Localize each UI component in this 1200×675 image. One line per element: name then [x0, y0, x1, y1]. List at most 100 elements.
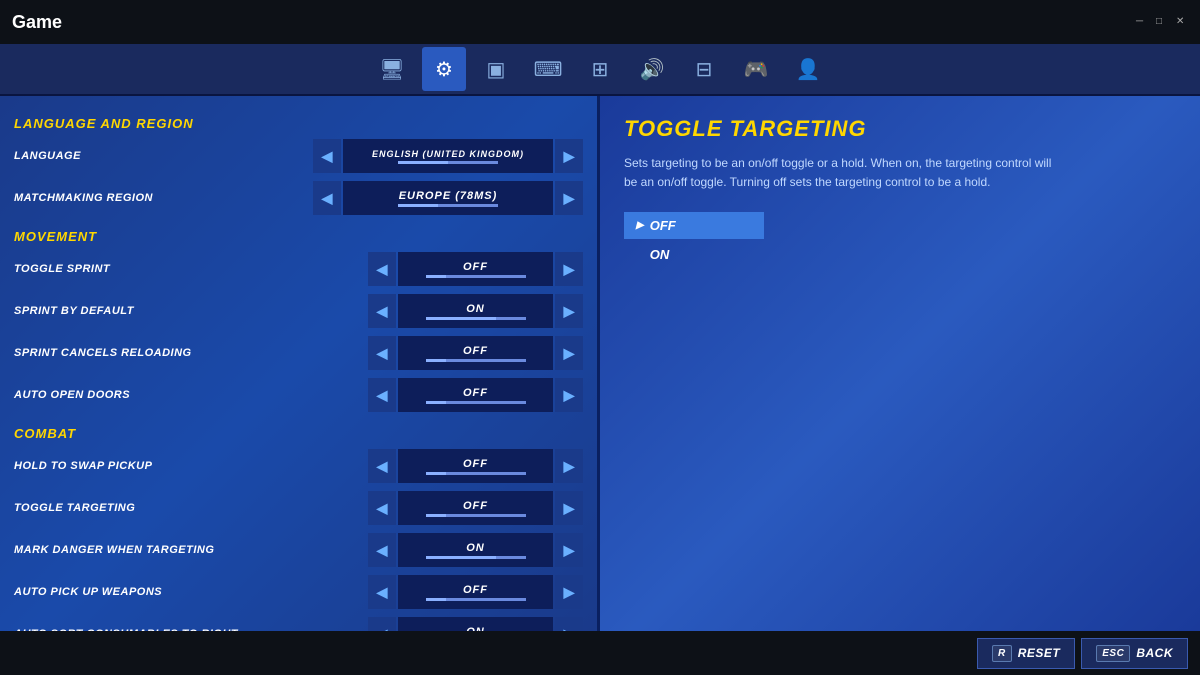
auto-sort-value: ON: [466, 626, 485, 632]
option-list: ▶ OFF ▶ ON: [624, 212, 1176, 268]
language-prev[interactable]: ◀: [313, 139, 341, 173]
hold-swap-control: ◀ OFF ▶: [368, 449, 583, 483]
mark-danger-control: ◀ ON ▶: [368, 533, 583, 567]
nav-bar: 🖥 ⚙ ▣ ⌨ ⊞ 🔊 ⊟ 🎮 👤: [0, 44, 1200, 96]
sprint-default-value-box: ON: [398, 294, 553, 328]
region-control: ◀ EUROPE (78MS) ▶: [313, 181, 583, 215]
nav-network[interactable]: ⊟: [682, 47, 726, 91]
auto-doors-value: OFF: [463, 387, 488, 399]
back-key: ESC: [1096, 645, 1130, 662]
option-off[interactable]: ▶ OFF: [624, 212, 764, 239]
sprint-default-control: ◀ ON ▶: [368, 294, 583, 328]
mark-danger-label: MARK DANGER WHEN TARGETING: [14, 544, 368, 556]
region-value: EUROPE (78MS): [399, 190, 498, 202]
sprint-reload-bar: [426, 359, 526, 362]
setting-auto-doors: AUTO OPEN DOORS ◀ OFF ▶: [0, 374, 597, 416]
sprint-reload-control: ◀ OFF ▶: [368, 336, 583, 370]
sprint-reload-prev[interactable]: ◀: [368, 336, 396, 370]
option-on[interactable]: ▶ ON: [624, 241, 764, 268]
mark-danger-value: ON: [466, 542, 485, 554]
minimize-icon[interactable]: ─: [1136, 16, 1148, 28]
nav-user[interactable]: 👤: [786, 47, 830, 91]
toggle-targeting-label: TOGGLE TARGETING: [14, 502, 368, 514]
sprint-default-value: ON: [466, 303, 485, 315]
nav-gamepad[interactable]: 🎮: [734, 47, 778, 91]
back-label: BACK: [1136, 646, 1173, 660]
sprint-reload-value-box: OFF: [398, 336, 553, 370]
toggle-targeting-next[interactable]: ▶: [555, 491, 583, 525]
left-panel: LANGUAGE AND REGION LANGUAGE ◀ ENGLISH (…: [0, 96, 600, 631]
language-value: ENGLISH (UNITED KINGDOM): [372, 149, 524, 159]
toggle-sprint-next[interactable]: ▶: [555, 252, 583, 286]
auto-doors-bar: [426, 401, 526, 404]
toggle-sprint-label: TOGGLE SPRINT: [14, 263, 368, 275]
setting-toggle-targeting: TOGGLE TARGETING ◀ OFF ▶: [0, 487, 597, 529]
region-value-box: EUROPE (78MS): [343, 181, 553, 215]
language-next[interactable]: ▶: [555, 139, 583, 173]
window-title: Game: [12, 12, 62, 33]
mark-danger-next[interactable]: ▶: [555, 533, 583, 567]
region-prev[interactable]: ◀: [313, 181, 341, 215]
sprint-default-label: SPRINT BY DEFAULT: [14, 305, 368, 317]
nav-controller-alt[interactable]: ⊞: [578, 47, 622, 91]
option-on-label: ON: [650, 247, 670, 262]
toggle-targeting-prev[interactable]: ◀: [368, 491, 396, 525]
language-bar: [398, 161, 498, 164]
auto-pickup-next[interactable]: ▶: [555, 575, 583, 609]
hold-swap-next[interactable]: ▶: [555, 449, 583, 483]
auto-sort-control: ◀ ON ▶: [368, 617, 583, 631]
setting-sprint-reload: SPRINT CANCELS RELOADING ◀ OFF ▶: [0, 332, 597, 374]
auto-doors-next[interactable]: ▶: [555, 378, 583, 412]
main-container: LANGUAGE AND REGION LANGUAGE ◀ ENGLISH (…: [0, 96, 1200, 631]
auto-sort-prev[interactable]: ◀: [368, 617, 396, 631]
hold-swap-prev[interactable]: ◀: [368, 449, 396, 483]
window-controls: ─ □ ✕: [1136, 16, 1188, 28]
hold-swap-bar: [426, 472, 526, 475]
language-value-box: ENGLISH (UNITED KINGDOM): [343, 139, 553, 173]
option-arrow-icon: ▶: [636, 220, 644, 231]
mark-danger-value-box: ON: [398, 533, 553, 567]
hold-swap-value-box: OFF: [398, 449, 553, 483]
title-bar: Game ─ □ ✕: [0, 0, 1200, 44]
language-control: ◀ ENGLISH (UNITED KINGDOM) ▶: [313, 139, 583, 173]
sprint-reload-value: OFF: [463, 345, 488, 357]
mark-danger-prev[interactable]: ◀: [368, 533, 396, 567]
sprint-reload-label: SPRINT CANCELS RELOADING: [14, 347, 368, 359]
region-label: MATCHMAKING REGION: [14, 192, 313, 204]
close-icon[interactable]: ✕: [1176, 16, 1188, 28]
setting-language: LANGUAGE ◀ ENGLISH (UNITED KINGDOM) ▶: [0, 135, 597, 177]
back-button[interactable]: ESC BACK: [1081, 638, 1188, 669]
nav-display[interactable]: ▣: [474, 47, 518, 91]
maximize-icon[interactable]: □: [1156, 16, 1168, 28]
reset-label: RESET: [1018, 646, 1061, 660]
auto-pickup-bar: [426, 598, 526, 601]
toggle-sprint-bar: [426, 275, 526, 278]
auto-sort-value-box: ON: [398, 617, 553, 631]
auto-doors-control: ◀ OFF ▶: [368, 378, 583, 412]
sprint-default-prev[interactable]: ◀: [368, 294, 396, 328]
auto-sort-next[interactable]: ▶: [555, 617, 583, 631]
option-off-label: OFF: [650, 218, 676, 233]
language-label: LANGUAGE: [14, 150, 313, 162]
setting-toggle-sprint: TOGGLE SPRINT ◀ OFF ▶: [0, 248, 597, 290]
nav-audio[interactable]: 🔊: [630, 47, 674, 91]
setting-auto-pickup: AUTO PICK UP WEAPONS ◀ OFF ▶: [0, 571, 597, 613]
section-language-header: LANGUAGE AND REGION: [0, 106, 597, 135]
setting-sprint-default: SPRINT BY DEFAULT ◀ ON ▶: [0, 290, 597, 332]
region-next[interactable]: ▶: [555, 181, 583, 215]
reset-button[interactable]: R RESET: [977, 638, 1075, 669]
nav-monitor[interactable]: 🖥: [370, 47, 414, 91]
auto-doors-value-box: OFF: [398, 378, 553, 412]
sprint-default-next[interactable]: ▶: [555, 294, 583, 328]
toggle-sprint-value-box: OFF: [398, 252, 553, 286]
nav-keyboard[interactable]: ⌨: [526, 47, 570, 91]
auto-pickup-label: AUTO PICK UP WEAPONS: [14, 586, 368, 598]
sprint-reload-next[interactable]: ▶: [555, 336, 583, 370]
nav-gear[interactable]: ⚙: [422, 47, 466, 91]
hold-swap-value: OFF: [463, 458, 488, 470]
auto-pickup-prev[interactable]: ◀: [368, 575, 396, 609]
bottom-bar: R RESET ESC BACK: [0, 631, 1200, 675]
auto-pickup-value: OFF: [463, 584, 488, 596]
auto-doors-prev[interactable]: ◀: [368, 378, 396, 412]
toggle-sprint-prev[interactable]: ◀: [368, 252, 396, 286]
